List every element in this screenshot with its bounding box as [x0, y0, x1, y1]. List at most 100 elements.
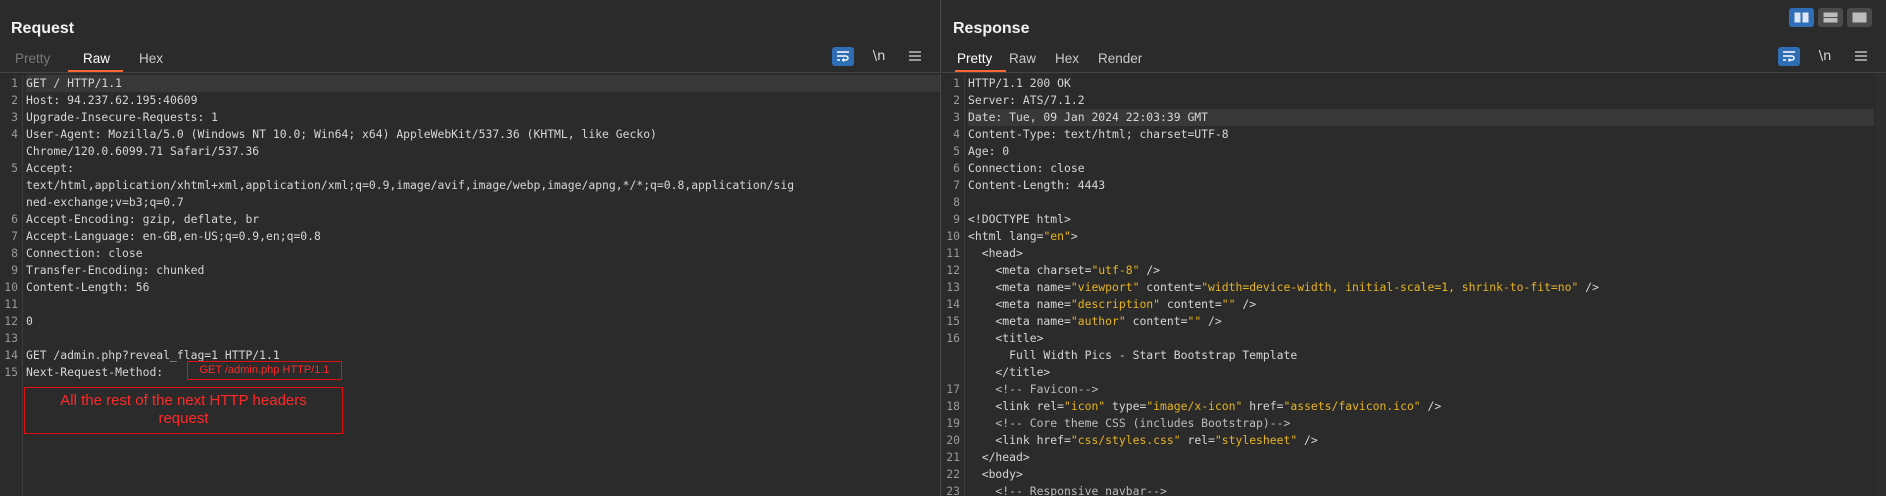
annotation-inline-box: GET /admin.php HTTP/1.1: [187, 361, 342, 380]
code-token: <link rel=: [968, 399, 1065, 413]
request-title: Request: [11, 20, 75, 37]
line-number: 9: [11, 263, 18, 277]
menu-icon: [1855, 51, 1867, 61]
line-number: 1: [11, 76, 18, 90]
code-line: HTTP/1.1 200 OK: [968, 75, 1874, 92]
code-token: <body>: [968, 467, 1023, 481]
code-token: </title>: [968, 365, 1051, 379]
line-number: 15: [946, 314, 960, 328]
response-menu-button[interactable]: [1850, 47, 1872, 66]
code-token: href=: [1242, 399, 1284, 413]
code-token: Full Width Pics - Start Bootstrap Templa…: [968, 348, 1298, 362]
code-line: 0: [26, 313, 940, 330]
line-number: 1: [953, 76, 960, 90]
code-line: Host: 94.237.62.195:40609: [26, 92, 940, 109]
line-number: 7: [953, 178, 960, 192]
code-line: <!DOCTYPE html>: [968, 211, 1874, 228]
code-line: <meta charset="utf-8" />: [968, 262, 1874, 279]
line-number: 5: [953, 144, 960, 158]
code-line: Age: 0: [968, 143, 1874, 160]
line-number: 21: [946, 450, 960, 464]
code-token: type=: [1105, 399, 1147, 413]
code-token: />: [1201, 314, 1222, 328]
code-token: "css/styles.css": [1070, 433, 1181, 447]
wrap-icon: [837, 51, 849, 62]
tab-raw[interactable]: Raw: [68, 47, 124, 72]
wrap-lines-button[interactable]: [832, 46, 854, 66]
line-number: 12: [4, 314, 18, 328]
code-line: Upgrade-Insecure-Requests: 1: [26, 109, 940, 126]
code-token: "assets/favicon.ico": [1283, 399, 1421, 413]
line-number: 14: [4, 348, 18, 362]
code-line: GET /admin.php?reveal_flag=1 HTTP/1.1: [26, 347, 940, 364]
code-token: Host: 94.237.62.195:40609: [26, 93, 198, 107]
code-token: <meta name=: [968, 280, 1071, 294]
code-line: Connection: close: [26, 245, 940, 262]
line-number: 7: [11, 229, 18, 243]
code-line: <title>: [968, 330, 1874, 347]
request-tabs: Pretty Raw Hex: [0, 47, 940, 73]
single-pane-button[interactable]: [1847, 8, 1872, 27]
line-number: 3: [11, 110, 18, 124]
code-token: Accept-Language: en-GB,en-US;q=0.9,en;q=…: [26, 229, 321, 243]
code-token: <meta charset=: [968, 263, 1092, 277]
code-token: content=: [1160, 297, 1222, 311]
split-horizontal-button[interactable]: [1789, 8, 1814, 27]
code-token: />: [1578, 280, 1599, 294]
tab-pretty[interactable]: Pretty: [15, 47, 50, 72]
code-token: Content-Length: 4443: [968, 178, 1106, 192]
line-number: 10: [4, 280, 18, 294]
code-line: Date: Tue, 09 Jan 2024 22:03:39 GMT: [968, 109, 1874, 126]
code-token: Chrome/120.0.6099.71 Safari/537.36: [26, 144, 260, 158]
code-token: "stylesheet": [1214, 433, 1298, 447]
code-token: "utf-8": [1091, 263, 1140, 277]
code-line: <!-- Core theme CSS (includes Bootstrap)…: [968, 415, 1874, 432]
code-line: <body>: [968, 466, 1874, 483]
line-number: 8: [11, 246, 18, 260]
line-number: 3: [953, 110, 960, 124]
request-menu-button[interactable]: [904, 47, 926, 66]
line-number: 14: [946, 297, 960, 311]
code-token: 0: [26, 314, 33, 328]
wrap-lines-button[interactable]: [1778, 46, 1800, 66]
tab-render[interactable]: Render: [1098, 47, 1142, 72]
code-token: Content-Type: text/html; charset=UTF-8: [968, 127, 1229, 141]
code-line: GET / HTTP/1.1: [26, 75, 940, 92]
tab-raw[interactable]: Raw: [1009, 47, 1036, 72]
line-number: 22: [946, 467, 960, 481]
tab-hex[interactable]: Hex: [139, 47, 163, 72]
code-line: Server: ATS/7.1.2: [968, 92, 1874, 109]
code-line: <meta name="author" content="" />: [968, 313, 1874, 330]
code-token: ned-exchange;v=b3;q=0.7: [26, 195, 184, 209]
layout-buttons: [1789, 8, 1872, 27]
code-line: Chrome/120.0.6099.71 Safari/537.36: [26, 143, 940, 160]
line-number: 8: [953, 195, 960, 209]
code-token: GET /admin.php?reveal_flag=1 HTTP/1.1: [26, 348, 280, 362]
code-token: <!DOCTYPE html>: [968, 212, 1071, 226]
code-token: HTTP/1.1 200 OK: [968, 76, 1071, 90]
split-vertical-button[interactable]: [1818, 8, 1843, 27]
code-line: <head>: [968, 245, 1874, 262]
request-editor[interactable]: 1 2 3 4 5 6 7 8 9 10 11 12 13 14 15 GET / HTTP/1.1 Host…: [0, 75, 940, 496]
code-line: ned-exchange;v=b3;q=0.7: [26, 194, 940, 211]
code-token: Connection: close: [968, 161, 1085, 175]
newline-toggle-button[interactable]: \n: [1814, 47, 1836, 66]
code-token: Age: 0: [968, 144, 1010, 158]
response-tabs: Pretty Raw Hex Render: [942, 47, 1886, 73]
code-line: <meta name="description" content="" />: [968, 296, 1874, 313]
tab-pretty[interactable]: Pretty: [955, 47, 1007, 72]
code-token: <meta name=: [968, 297, 1071, 311]
code-token: content=: [1125, 314, 1188, 328]
code-token: "": [1221, 297, 1236, 311]
code-line: <!-- Favicon-->: [968, 381, 1874, 398]
response-scrollbar[interactable]: [1876, 75, 1886, 496]
code-line: Content-Type: text/html; charset=UTF-8: [968, 126, 1874, 143]
tab-hex[interactable]: Hex: [1055, 47, 1079, 72]
response-editor[interactable]: 1 2 3 4 5 6 7 8 9 10 11 12 13 14 15 16 17 18 19 20 21 22 23 HT…: [942, 75, 1886, 496]
code-token: />: [1235, 297, 1257, 311]
newline-toggle-button[interactable]: \n: [868, 47, 890, 66]
code-token: />: [1297, 433, 1318, 447]
line-number: 16: [946, 331, 960, 345]
